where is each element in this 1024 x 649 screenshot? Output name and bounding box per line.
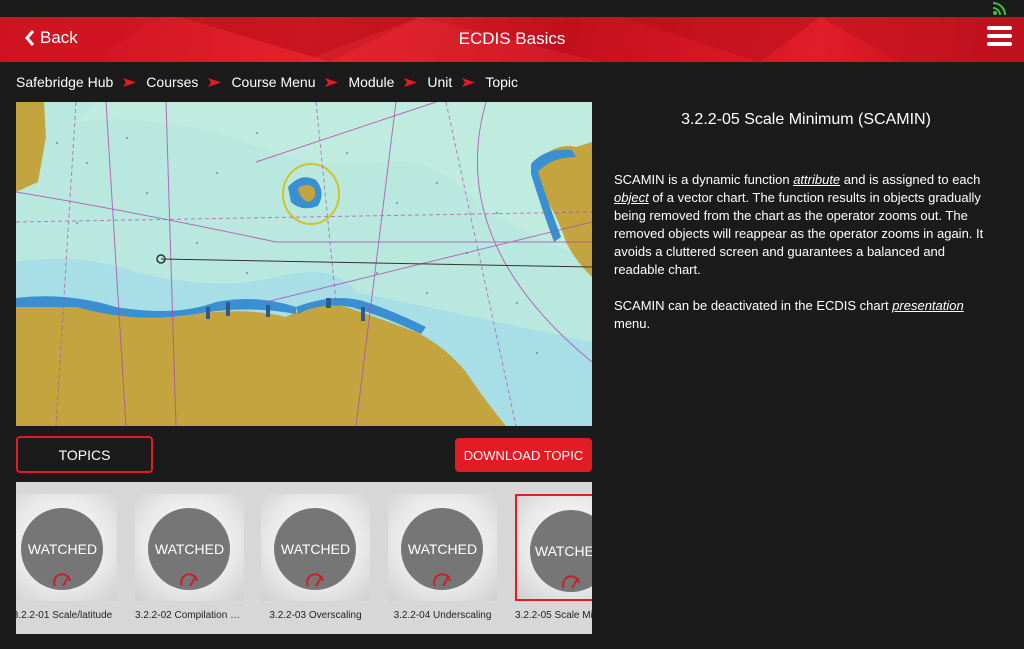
topic-thumbnail[interactable]: WATCHED [388, 494, 497, 601]
swirl-icon [306, 573, 324, 587]
topic-heading: 3.2.2-05 Scale Minimum (SCAMIN) [681, 111, 931, 128]
topic-thumbnail[interactable]: WATCHED [16, 494, 117, 601]
text-segment: of a vector chart. The function results … [614, 190, 984, 277]
breadcrumb-arrow-icon [123, 77, 137, 87]
watched-label: WATCHED [534, 543, 592, 559]
swirl-icon [180, 573, 198, 587]
page-title: ECDIS Basics [458, 29, 566, 48]
swirl-icon [433, 573, 451, 587]
breadcrumb-course-menu[interactable]: Course Menu [231, 74, 315, 90]
watched-label: WATCHED [27, 541, 98, 557]
app-header: Back ECDIS Basics [0, 17, 1024, 62]
breadcrumb-arrow-icon [208, 77, 222, 87]
topic-caption: 3.2.2-04 Underscaling [393, 610, 492, 621]
breadcrumb-topic[interactable]: Topic [485, 74, 518, 90]
presentation-link[interactable]: presentation [892, 298, 964, 313]
swirl-icon [53, 573, 71, 587]
topic-thumbnail[interactable]: WATCHED [135, 494, 244, 601]
topic-thumbnail-strip[interactable]: WATCHED 3.2.2-01 Scale/latitude WATCHED … [16, 482, 592, 634]
text-segment: menu. [614, 316, 651, 331]
topic-caption: 3.2.2-02 Compilation Scale [135, 610, 244, 621]
download-topic-button[interactable]: DOWNLOAD TOPIC [455, 438, 592, 472]
topic-thumbnail[interactable]: WATCHED [261, 494, 370, 601]
text-segment: and is assigned to each [840, 172, 981, 187]
watched-label: WATCHED [407, 541, 478, 557]
watched-label: WATCHED [154, 541, 225, 557]
breadcrumb-hub[interactable]: Safebridge Hub [16, 74, 113, 90]
attribute-link[interactable]: attribute [793, 172, 840, 187]
description-paragraph: SCAMIN can be deactivated in the ECDIS c… [614, 297, 998, 333]
breadcrumb-arrow-icon [325, 77, 339, 87]
breadcrumb-unit[interactable]: Unit [427, 74, 452, 90]
object-link[interactable]: object [614, 190, 649, 205]
breadcrumb: Safebridge Hub Courses Course Menu Modul… [16, 74, 518, 90]
topic-caption: 3.2.2-01 Scale/latitude [16, 610, 113, 621]
breadcrumb-courses[interactable]: Courses [146, 74, 198, 90]
topic-description: SCAMIN is a dynamic function attribute a… [614, 171, 998, 351]
breadcrumb-module[interactable]: Module [348, 74, 394, 90]
description-paragraph: SCAMIN is a dynamic function attribute a… [614, 171, 998, 279]
status-strip [0, 0, 1024, 17]
topic-caption: 3.2.2-03 Overscaling [269, 610, 362, 621]
text-segment: SCAMIN is a dynamic function [614, 172, 794, 187]
rss-icon[interactable] [993, 2, 1006, 15]
watched-label: WATCHED [280, 541, 351, 557]
text-segment: SCAMIN can be deactivated in the ECDIS c… [614, 298, 893, 313]
swirl-icon [562, 575, 580, 589]
topic-caption: 3.2.2-05 Scale Minimum (SCAMIN) [515, 610, 592, 621]
topic-thumbnail-selected[interactable]: WATCHED [515, 494, 592, 601]
nautical-chart-image [16, 102, 592, 426]
topics-button[interactable]: TOPICS [16, 436, 153, 473]
breadcrumb-arrow-icon [462, 77, 476, 87]
breadcrumb-arrow-icon [404, 77, 418, 87]
hamburger-menu-icon[interactable] [987, 26, 1012, 50]
